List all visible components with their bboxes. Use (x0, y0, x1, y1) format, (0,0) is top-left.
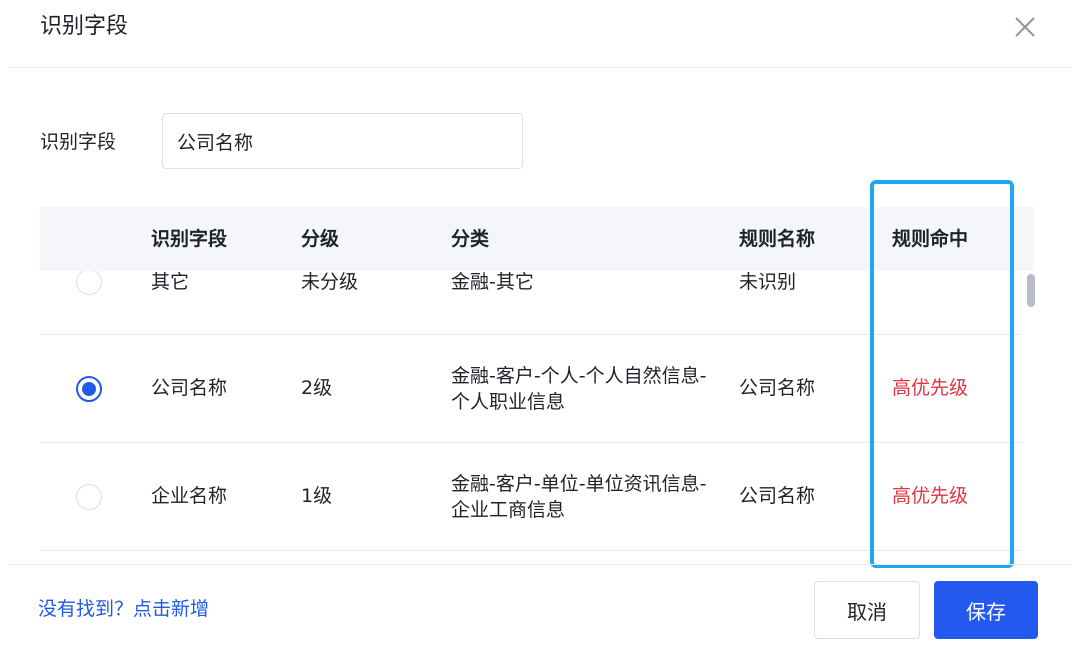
dialog: 识别字段 识别字段 识别字段 分级 分类 规则名称 规则命中 其它 未分级 金融… (8, 0, 1072, 646)
cell-rule: 公司名称 (739, 485, 816, 507)
column-header-rule: 规则名称 (739, 228, 816, 250)
table-scrollbar[interactable] (1026, 271, 1036, 551)
field-label: 识别字段 (40, 131, 117, 153)
cell-field: 企业名称 (151, 485, 228, 507)
column-header-level: 分级 (301, 228, 340, 250)
cell-hit: 高优先级 (892, 377, 969, 399)
dialog-header: 识别字段 (8, 0, 1072, 68)
cell-rule: 公司名称 (739, 377, 816, 399)
cell-rule: 未识别 (739, 271, 797, 293)
scrollbar-thumb[interactable] (1027, 274, 1035, 307)
column-header-category: 分类 (451, 228, 490, 250)
column-header-field: 识别字段 (151, 228, 228, 250)
cell-category: 金融-客户-个人-个人自然信息-个人职业信息 (451, 365, 707, 413)
row-radio[interactable] (76, 484, 102, 510)
close-icon[interactable] (1012, 14, 1038, 40)
add-new-link[interactable]: 没有找到？点击新增 (38, 596, 209, 622)
cell-field: 公司名称 (151, 377, 228, 399)
cell-field: 其它 (151, 271, 190, 293)
cell-level: 2级 (301, 377, 333, 399)
cell-category: 金融-其它 (451, 271, 534, 293)
row-radio[interactable] (76, 271, 102, 295)
table-row[interactable]: 其它 未分级 金融-其它 未识别 (40, 271, 1022, 335)
cell-level: 1级 (301, 485, 333, 507)
field-input[interactable] (162, 113, 523, 169)
save-button[interactable]: 保存 (934, 581, 1038, 639)
column-header-hit: 规则命中 (892, 228, 969, 250)
table-row[interactable]: 企业名称 1级 金融-客户-单位-单位资讯信息-企业工商信息 公司名称 高优先级 (40, 443, 1022, 551)
table-row[interactable]: 公司名称 2级 金融-客户-个人-个人自然信息-个人职业信息 公司名称 高优先级 (40, 335, 1022, 443)
table-body: 其它 未分级 金融-其它 未识别 公司名称 2级 金融-客户-个人-个人自然信息… (40, 271, 1022, 553)
cell-category: 金融-客户-单位-单位资讯信息-企业工商信息 (451, 473, 707, 521)
cancel-button[interactable]: 取消 (814, 581, 920, 639)
dialog-title: 识别字段 (40, 14, 129, 39)
row-radio-selected[interactable] (76, 376, 102, 402)
cell-level: 未分级 (301, 271, 359, 293)
table-header: 识别字段 分级 分类 规则名称 规则命中 (40, 207, 1034, 271)
cell-hit: 高优先级 (892, 485, 969, 507)
dialog-footer: 没有找到？点击新增 取消 保存 (8, 564, 1072, 646)
